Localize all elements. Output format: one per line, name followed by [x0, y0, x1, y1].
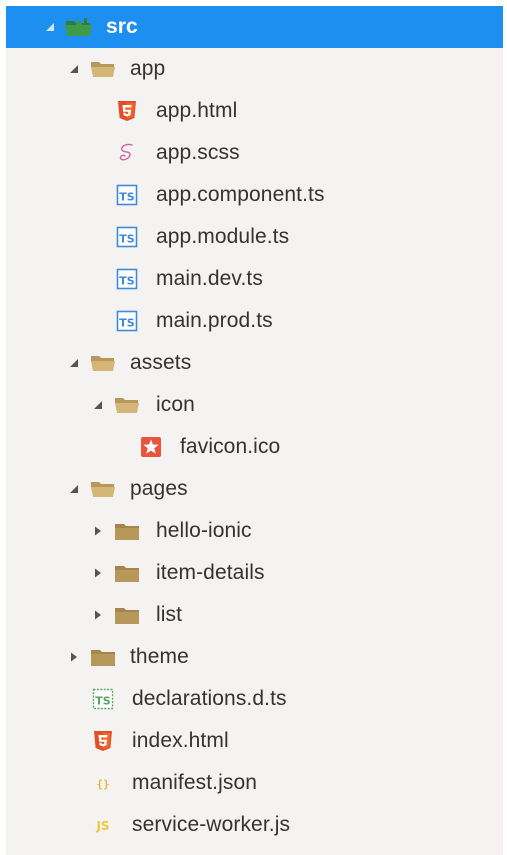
tree-row-theme[interactable]: theme: [6, 636, 503, 678]
arrow-expanded-icon[interactable]: [92, 399, 104, 411]
typescript-icon: TS: [116, 310, 138, 332]
folder-closed-icon: [114, 562, 140, 584]
tree-label: pages: [130, 477, 188, 500]
tree-row-app-html[interactable]: app.html: [6, 90, 503, 132]
typescript-icon: TS: [116, 268, 138, 290]
arrow-expanded-icon[interactable]: [44, 21, 56, 33]
folder-open-icon: [90, 352, 116, 374]
tree-label: main.prod.ts: [156, 309, 273, 332]
tree-row-app-scss[interactable]: app.scss: [6, 132, 503, 174]
tree-label: declarations.d.ts: [132, 687, 287, 710]
typescript-icon: TS: [116, 184, 138, 206]
typescript-icon: TS: [116, 226, 138, 248]
file-tree: src app app.html app.scss TS app.compone…: [6, 6, 503, 846]
arrow-collapsed-icon[interactable]: [92, 525, 104, 537]
tree-row-declarations-d-ts[interactable]: TS declarations.d.ts: [6, 678, 503, 720]
html5-icon: [116, 100, 138, 122]
tree-label: app.html: [156, 99, 238, 122]
tree-row-favicon-ico[interactable]: favicon.ico: [6, 426, 503, 468]
tree-row-icon[interactable]: icon: [6, 384, 503, 426]
tree-row-hello-ionic[interactable]: hello-ionic: [6, 510, 503, 552]
tree-label: app: [130, 57, 166, 80]
tree-label: manifest.json: [132, 771, 258, 794]
svg-text:JS: JS: [95, 819, 109, 833]
tree-label: list: [156, 603, 183, 626]
tree-label: src: [106, 15, 138, 38]
file-explorer-panel: src app app.html app.scss TS app.compone…: [6, 6, 503, 855]
svg-text:TS: TS: [119, 275, 135, 288]
sass-icon: [116, 142, 138, 164]
tree-label: assets: [130, 351, 192, 374]
tree-label: index.html: [132, 729, 229, 752]
html5-icon: [92, 730, 114, 752]
tree-label: icon: [156, 393, 195, 416]
svg-text:TS: TS: [119, 233, 135, 246]
tree-row-main-dev-ts[interactable]: TS main.dev.ts: [6, 258, 503, 300]
tree-label: theme: [130, 645, 189, 668]
tree-row-assets[interactable]: assets: [6, 342, 503, 384]
tree-row-service-worker-js[interactable]: JS service-worker.js: [6, 804, 503, 846]
tree-row-item-details[interactable]: item-details: [6, 552, 503, 594]
arrow-expanded-icon[interactable]: [68, 483, 80, 495]
folder-open-green-icon: [64, 16, 94, 38]
favicon-icon: [140, 436, 162, 458]
arrow-collapsed-icon[interactable]: [92, 609, 104, 621]
tree-row-index-html[interactable]: index.html: [6, 720, 503, 762]
folder-open-icon: [114, 394, 140, 416]
json-icon: {}: [92, 772, 114, 794]
svg-text:{}: {}: [96, 778, 109, 791]
svg-text:TS: TS: [119, 317, 135, 330]
folder-open-icon: [90, 58, 116, 80]
tree-label: service-worker.js: [132, 813, 291, 836]
tree-row-src[interactable]: src: [6, 6, 503, 48]
folder-closed-icon: [90, 646, 116, 668]
svg-text:TS: TS: [119, 191, 135, 204]
tree-row-pages[interactable]: pages: [6, 468, 503, 510]
tree-label: main.dev.ts: [156, 267, 263, 290]
folder-open-icon: [90, 478, 116, 500]
tree-row-manifest-json[interactable]: {} manifest.json: [6, 762, 503, 804]
tree-label: item-details: [156, 561, 265, 584]
svg-text:TS: TS: [95, 695, 111, 708]
tree-label: hello-ionic: [156, 519, 252, 542]
tree-row-app-component-ts[interactable]: TS app.component.ts: [6, 174, 503, 216]
tree-row-app[interactable]: app: [6, 48, 503, 90]
tree-label: app.component.ts: [156, 183, 325, 206]
tree-label: app.scss: [156, 141, 240, 164]
folder-closed-icon: [114, 520, 140, 542]
tree-row-list[interactable]: list: [6, 594, 503, 636]
arrow-collapsed-icon[interactable]: [68, 651, 80, 663]
typescript-definition-icon: TS: [92, 688, 114, 710]
arrow-expanded-icon[interactable]: [68, 357, 80, 369]
folder-closed-icon: [114, 604, 140, 626]
tree-row-main-prod-ts[interactable]: TS main.prod.ts: [6, 300, 503, 342]
tree-row-app-module-ts[interactable]: TS app.module.ts: [6, 216, 503, 258]
arrow-expanded-icon[interactable]: [68, 63, 80, 75]
arrow-collapsed-icon[interactable]: [92, 567, 104, 579]
tree-label: favicon.ico: [180, 435, 281, 458]
javascript-icon: JS: [92, 814, 114, 836]
tree-label: app.module.ts: [156, 225, 290, 248]
